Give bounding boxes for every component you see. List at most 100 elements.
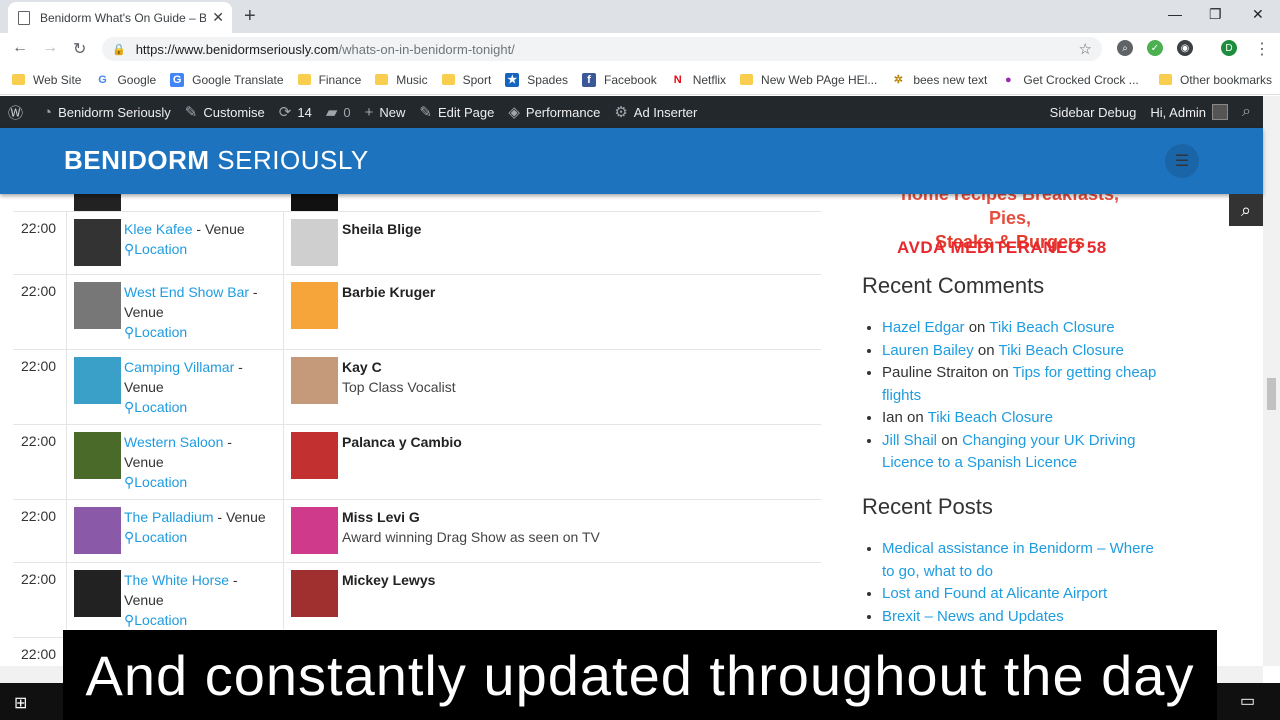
restore-button[interactable]: ❐ (1209, 6, 1222, 23)
notification-icon[interactable]: ▭ (1240, 691, 1255, 711)
admin-greeting: Hi, Admin (1150, 104, 1207, 120)
venue-cell: West End Show Bar - Venue ⚲Location (124, 282, 274, 342)
admin-performance-link[interactable]: ◈ Performance (501, 103, 607, 121)
bookmark-item[interactable]: ★ Spades (505, 72, 568, 87)
recent-post-link[interactable]: Medical assistance in Benidorm – Where t… (882, 540, 1154, 580)
bookmark-item[interactable]: Web Site (12, 73, 81, 87)
bookmark-item[interactable]: Sport (441, 72, 492, 87)
reload-icon[interactable]: ↻ (73, 39, 86, 59)
admin-ad-inserter-link[interactable]: ⚙ Ad Inserter (607, 103, 704, 121)
event-time: 22:00 (21, 358, 57, 374)
recent-post-link[interactable]: Lost and Found at Alicante Airport (882, 585, 1107, 602)
location-link[interactable]: ⚲Location (124, 529, 187, 545)
recent-post-link[interactable]: Brexit – News and Updates (882, 608, 1064, 625)
event-time: 22:00 (21, 646, 57, 662)
extension-check-icon[interactable]: ✓ (1147, 40, 1163, 56)
venue-thumbnail[interactable] (74, 194, 121, 211)
venue-thumbnail[interactable] (74, 507, 121, 554)
browser-tab[interactable]: Benidorm What's On Guide – Be ✕ (8, 2, 232, 33)
admin-customise-link[interactable]: ✎ Customise (178, 103, 272, 121)
menu-hamburger-icon[interactable]: ☰ (1165, 144, 1199, 178)
bookmark-item[interactable]: New Web PAge HEl... (740, 73, 877, 87)
admin-new-link[interactable]: + New (358, 104, 413, 121)
venue-link[interactable]: Western Saloon (124, 434, 223, 450)
other-bookmarks-folder[interactable]: Other bookmarks (1159, 73, 1272, 87)
site-title[interactable]: BENIDORM SERIOUSLY (64, 145, 369, 176)
vertical-scrollbar[interactable] (1263, 96, 1280, 666)
venue-link[interactable]: The Palladium (124, 509, 214, 525)
artist-thumbnail[interactable] (291, 194, 338, 211)
bookmark-item[interactable]: Music (375, 73, 428, 87)
minimize-button[interactable]: — (1168, 6, 1182, 22)
comment-post-link[interactable]: Tiki Beach Closure (928, 409, 1053, 426)
bookmark-item[interactable]: N Netflix (670, 72, 726, 87)
comment-post-link[interactable]: Tiki Beach Closure (998, 342, 1123, 359)
wordpress-logo-icon[interactable]: Ⓦ (0, 102, 36, 123)
windows-start-icon[interactable]: ⊞ (14, 693, 27, 713)
location-link[interactable]: ⚲Location (124, 324, 187, 340)
location-link[interactable]: ⚲Location (124, 612, 187, 628)
window-close-button[interactable]: ✕ (1252, 6, 1264, 23)
artist-name: Palanca y Cambio (342, 434, 462, 450)
venue-thumbnail[interactable] (74, 282, 121, 329)
sidebar-debug-link[interactable]: Sidebar Debug (1043, 105, 1144, 120)
bookmark-star-icon[interactable]: ☆ (1079, 40, 1092, 58)
artist-thumbnail[interactable] (291, 570, 338, 617)
venue-thumbnail[interactable] (74, 570, 121, 617)
scrollbar-thumb[interactable] (1267, 378, 1276, 410)
bookmark-label: Other bookmarks (1180, 72, 1273, 87)
bookmark-item[interactable]: G Google (95, 72, 156, 87)
location-link[interactable]: ⚲Location (124, 399, 187, 415)
bookmark-item[interactable]: ✲ bees new text (891, 72, 987, 87)
bookmark-item[interactable]: ● Get Crocked Crock ... (1001, 72, 1139, 87)
artist-cell: Mickey Lewys (342, 570, 435, 590)
artist-thumbnail[interactable] (291, 432, 338, 479)
admin-edit-link[interactable]: ✎ Edit Page (412, 103, 501, 121)
tab-close-icon[interactable]: ✕ (212, 9, 224, 26)
admin-comments-link[interactable]: ▰ 0 (319, 103, 358, 121)
recent-post-item: Lost and Found at Alicante Airport (882, 583, 1162, 606)
bookmark-label: Sport (462, 72, 492, 87)
venue-thumbnail[interactable] (74, 432, 121, 479)
venue-link[interactable]: West End Show Bar (124, 284, 249, 300)
event-time: 22:00 (21, 571, 57, 587)
admin-account-menu[interactable]: Hi, Admin (1143, 104, 1235, 120)
artist-thumbnail[interactable] (291, 282, 338, 329)
location-link[interactable]: ⚲Location (124, 241, 187, 257)
artist-thumbnail[interactable] (291, 357, 338, 404)
bookmark-item[interactable]: G Google Translate (170, 72, 284, 87)
bookmark-item[interactable]: f Facebook (582, 72, 657, 87)
extension-search-icon[interactable]: ⌕ (1117, 40, 1133, 56)
back-icon[interactable]: ← (12, 39, 28, 57)
extension-globe-icon[interactable]: ◉ (1177, 40, 1193, 56)
comment-post-link[interactable]: Tiki Beach Closure (989, 319, 1114, 336)
artist-thumbnail[interactable] (291, 507, 338, 554)
artist-name: Sheila Blige (342, 221, 422, 237)
comment-author[interactable]: Lauren Bailey (882, 342, 974, 359)
admin-search-icon[interactable]: ⌕ (1235, 103, 1258, 121)
bookmarks-bar: Web Site G Google G Google Translate Finance M… (0, 65, 1280, 95)
venue-link[interactable]: Klee Kafee (124, 221, 193, 237)
admin-updates-link[interactable]: ⟳ 14 (272, 103, 319, 121)
venue-link[interactable]: Camping Villamar (124, 359, 234, 375)
location-label: Location (134, 529, 188, 545)
bookmark-item[interactable]: Finance (297, 73, 361, 87)
artist-thumbnail[interactable] (291, 219, 338, 266)
menu-kebab-icon[interactable]: ⋮ (1254, 39, 1270, 59)
venue-thumbnail[interactable] (74, 357, 121, 404)
location-link[interactable]: ⚲Location (124, 474, 187, 490)
comment-author[interactable]: Hazel Edgar (882, 319, 965, 336)
profile-avatar[interactable]: D (1221, 40, 1237, 56)
venue-thumbnail[interactable] (74, 219, 121, 266)
table-row: 22:00 Western Saloon - Venue ⚲Location Pala… (13, 424, 821, 500)
updates-icon: ⟳ (278, 104, 292, 121)
recent-comment-item: Ian on Tiki Beach Closure (882, 407, 1162, 430)
admin-site-link[interactable]: ◔ Benidorm Seriously (36, 104, 178, 121)
url-bar[interactable]: 🔒 https://www.benidormseriously.com/what… (102, 37, 1102, 61)
translate-icon: G (170, 72, 185, 87)
venue-link[interactable]: The White Horse (124, 572, 229, 588)
new-tab-button[interactable]: + (244, 5, 256, 28)
forward-icon[interactable]: → (42, 39, 58, 57)
comment-author[interactable]: Jill Shail (882, 432, 937, 449)
search-icon[interactable]: ⌕ (1229, 194, 1263, 226)
